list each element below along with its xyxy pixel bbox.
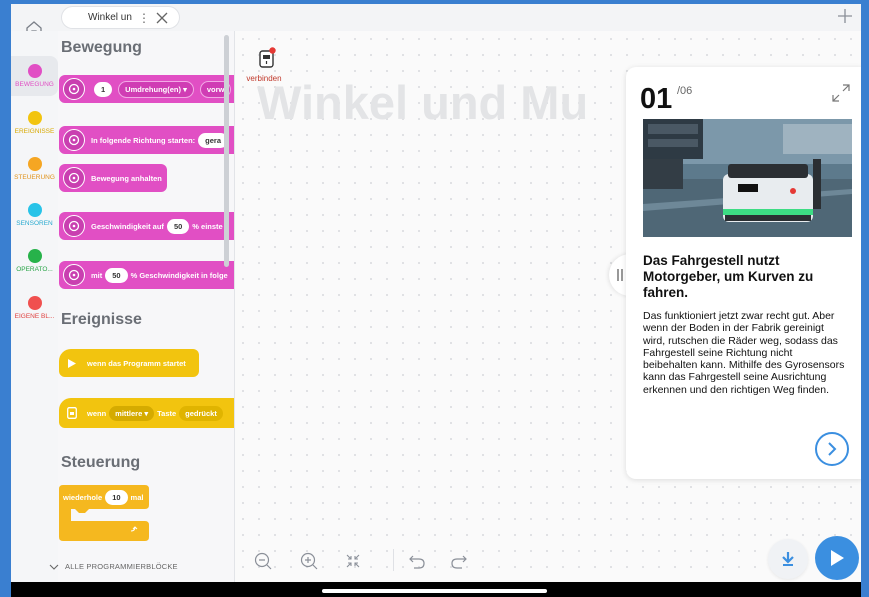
plus-icon[interactable] xyxy=(837,8,853,24)
chevron-down-icon xyxy=(49,564,59,570)
motor-icon xyxy=(63,129,85,151)
category-label: EIGENE BL... xyxy=(14,313,55,320)
state-dropdown[interactable]: gedrückt xyxy=(179,405,223,421)
play-icon xyxy=(831,550,844,566)
text-fade xyxy=(643,404,849,424)
unit-dropdown[interactable]: Umdrehung(en) ▾ xyxy=(118,80,194,98)
run-program-button[interactable] xyxy=(815,536,859,580)
speed-input[interactable]: 50 xyxy=(166,218,190,234)
category-label: BEWEGUNG xyxy=(15,81,54,88)
expand-icon[interactable] xyxy=(831,83,851,108)
block-text: % Geschwindigkeit in folge xyxy=(130,270,228,280)
rotations-input[interactable]: 1 xyxy=(94,81,113,97)
category-motion[interactable]: BEWEGUNG xyxy=(11,56,58,96)
hub-icon xyxy=(259,47,276,68)
block-when-program-starts[interactable]: wenn das Programm startet xyxy=(59,349,199,377)
next-arrow-icon xyxy=(828,442,837,456)
block-text: In folgende Richtung starten: xyxy=(91,135,196,145)
all-blocks-label: ALLE PROGRAMMIERBLÖCKE xyxy=(65,562,178,571)
redo-icon[interactable] xyxy=(449,551,469,571)
pause-bars-icon xyxy=(617,269,623,281)
block-stop-moving[interactable]: Bewegung anhalten xyxy=(59,164,167,192)
lesson-photo-robot-chassis xyxy=(643,119,852,237)
home-indicator[interactable] xyxy=(322,589,547,593)
close-icon[interactable] xyxy=(156,12,168,24)
undo-icon[interactable] xyxy=(407,551,427,571)
category-label: OPERATO... xyxy=(16,266,53,273)
lesson-heading: Das Fahrgestell nutzt Motorgeber, um Kur… xyxy=(643,253,814,300)
block-text: Taste xyxy=(157,408,177,418)
category-operators[interactable]: OPERATO... xyxy=(11,241,58,281)
block-text: Geschwindigkeit auf xyxy=(91,221,164,231)
tab-title: Winkel un... xyxy=(88,12,132,23)
top-bar: Winkel un... ⋮ xyxy=(11,4,861,32)
events-dot-icon xyxy=(27,111,42,125)
all-blocks-toggle[interactable]: ALLE PROGRAMMIERBLÖCKE xyxy=(49,562,178,571)
repeat-input[interactable]: 10 xyxy=(105,490,128,505)
category-label: STEUERUNG xyxy=(14,174,55,181)
block-text: Bewegung anhalten xyxy=(91,173,162,183)
project-tab[interactable]: Winkel un... ⋮ xyxy=(62,7,179,28)
block-text: mit xyxy=(91,270,103,280)
palette-scrollbar[interactable] xyxy=(224,35,229,267)
block-palette: Bewegung 1 Umdrehung(en) ▾ vorw In folge… xyxy=(58,31,235,582)
category-label: SENSOREN xyxy=(16,220,53,227)
speed-input[interactable]: 50 xyxy=(105,267,128,283)
my-blocks-dot-icon xyxy=(27,296,42,310)
category-my-blocks[interactable]: EIGENE BL... xyxy=(11,288,58,328)
download-button[interactable] xyxy=(768,539,808,579)
block-move-with-speed[interactable]: mit 50 % Geschwindigkeit in folge xyxy=(59,261,234,289)
zoom-out-icon[interactable] xyxy=(253,551,273,571)
button-dropdown[interactable]: mittlere ▾ xyxy=(109,405,155,421)
play-icon xyxy=(65,356,79,370)
category-rail: BEWEGUNG EREIGNISSE STEUERUNG SENSOREN O… xyxy=(11,31,58,582)
block-text: wenn xyxy=(87,408,107,418)
block-move-rotations[interactable]: 1 Umdrehung(en) ▾ vorw xyxy=(59,75,234,103)
project-title-watermark: Winkel und Mu xyxy=(257,76,589,129)
lesson-step-total: /06 xyxy=(677,85,693,97)
section-title-motion: Bewegung xyxy=(61,39,142,56)
zoom-in-icon[interactable] xyxy=(299,551,319,571)
block-text: % einste xyxy=(192,221,223,231)
category-control[interactable]: STEUERUNG xyxy=(11,149,58,189)
divider xyxy=(393,549,394,571)
lesson-step-number: 01 xyxy=(640,83,673,115)
motor-icon xyxy=(63,264,85,286)
sensors-dot-icon xyxy=(27,203,42,217)
section-title-control: Steuerung xyxy=(61,454,141,471)
block-when-button-pressed[interactable]: wenn mittlere ▾ Taste gedrückt xyxy=(59,398,234,428)
block-start-direction[interactable]: In folgende Richtung starten: gera xyxy=(59,126,234,154)
operators-dot-icon xyxy=(27,249,42,263)
category-sensors[interactable]: SENSOREN xyxy=(11,195,58,235)
motor-icon xyxy=(63,167,85,189)
hub-icon xyxy=(65,406,79,420)
control-dot-icon xyxy=(27,157,42,171)
tab-more-icon[interactable]: ⋮ xyxy=(138,11,150,25)
app-window: Winkel un... ⋮ BEWEGUNG EREIGNISSE STEUE… xyxy=(11,4,861,582)
center-icon[interactable] xyxy=(343,551,363,571)
next-step-button[interactable] xyxy=(815,432,849,466)
block-text: wiederhole xyxy=(63,493,103,502)
category-label: EREIGNISSE xyxy=(14,128,55,135)
section-title-events: Ereignisse xyxy=(61,311,142,328)
block-set-speed[interactable]: Geschwindigkeit auf 50 % einste xyxy=(59,212,234,240)
motor-icon xyxy=(63,215,85,237)
motor-icon xyxy=(63,78,85,100)
block-text: wenn das Programm startet xyxy=(87,358,186,368)
category-events[interactable]: EREIGNISSE xyxy=(11,103,58,143)
motion-dot-icon xyxy=(27,64,42,78)
lesson-card: 01 /06 Das Fahrgestell nutzt Motorgeber,… xyxy=(626,67,861,479)
block-repeat[interactable]: wiederhole 10 mal xyxy=(59,485,149,541)
download-icon xyxy=(782,552,794,566)
block-text: mal xyxy=(130,493,144,502)
